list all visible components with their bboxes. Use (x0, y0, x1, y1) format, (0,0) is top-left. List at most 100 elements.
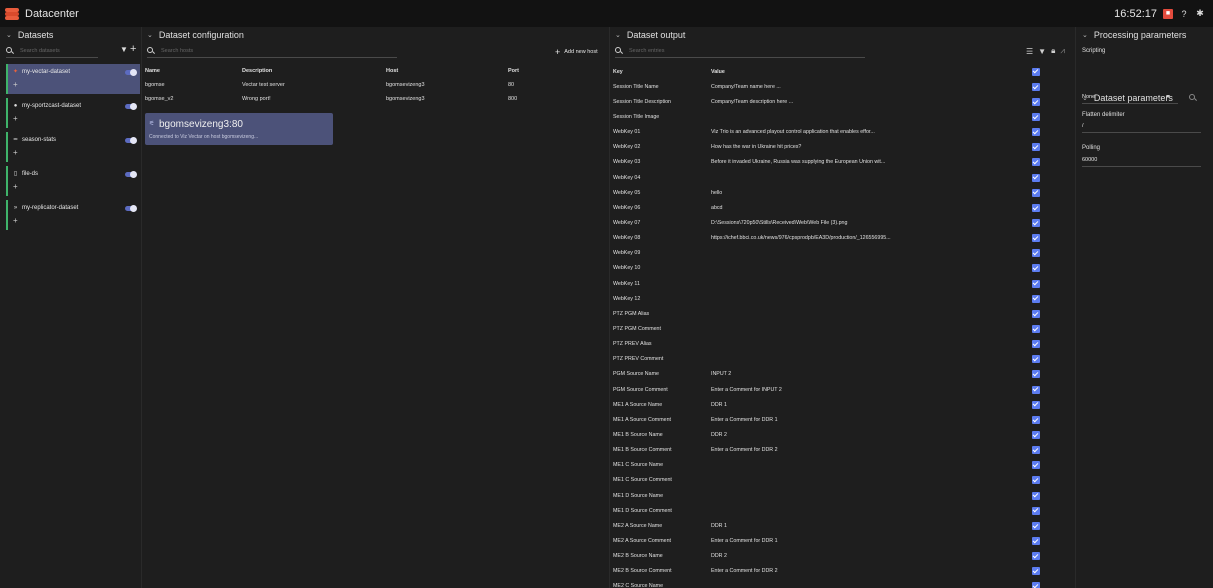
dataset-item[interactable]: » my-replicator-dataset + (6, 200, 140, 230)
table-row[interactable]: WebKey 04 (613, 170, 1042, 185)
entry-checkbox[interactable] (1032, 264, 1040, 273)
polling-input[interactable]: 60000 (1082, 154, 1201, 167)
flatten-delimiter-input[interactable]: / (1082, 120, 1201, 133)
entry-checkbox[interactable] (1032, 203, 1040, 212)
entry-checkbox[interactable] (1032, 234, 1040, 243)
filter-icon[interactable]: ▼ (1038, 47, 1046, 56)
add-dataset-icon[interactable]: + (130, 43, 136, 55)
table-row[interactable]: Session Title Description Company/Team de… (613, 94, 1042, 109)
entries-search-input[interactable] (629, 47, 865, 54)
table-row[interactable]: PGM Source Comment Enter a Comment for IN… (613, 382, 1042, 397)
search-icon[interactable] (1189, 94, 1197, 102)
table-row[interactable]: ME1 B Source Comment Enter a Comment for … (613, 443, 1042, 458)
entry-checkbox[interactable] (1032, 97, 1040, 106)
entry-checkbox[interactable] (1032, 249, 1040, 258)
table-row[interactable]: ME1 A Source Name DDR 1 (613, 397, 1042, 412)
table-row[interactable]: WebKey 11 (613, 276, 1042, 291)
table-row[interactable]: ME1 B Source Name DDR 2 (613, 427, 1042, 442)
table-row[interactable]: Session Title Name Company/Team name here… (613, 79, 1042, 94)
entry-checkbox[interactable] (1032, 476, 1040, 485)
table-row[interactable]: WebKey 12 (613, 291, 1042, 306)
entry-checkbox[interactable] (1032, 415, 1040, 424)
table-row[interactable]: bgomse Vectar test server bgomsevizeng3 … (145, 78, 607, 92)
list-view-icon[interactable]: ☰ (1026, 47, 1033, 56)
table-row[interactable]: WebKey 03 Before it invaded Ukraine, Russ… (613, 155, 1042, 170)
table-row[interactable]: WebKey 02 How has the war in Ukraine hit … (613, 140, 1042, 155)
settings-gear-icon[interactable]: ✱ (1195, 8, 1205, 19)
table-row[interactable]: WebKey 07 D:\Sessions\720p50\Stills\Recei… (613, 215, 1042, 230)
enable-toggle[interactable] (125, 69, 137, 76)
table-row[interactable]: WebKey 08 https://ichef.bbci.co.uk/news/9… (613, 231, 1042, 246)
dataset-item[interactable]: ✦ my-vectar-dataset + (6, 64, 140, 94)
enable-toggle[interactable] (125, 137, 137, 144)
table-row[interactable]: ME1 C Source Name (613, 458, 1042, 473)
datasets-header[interactable]: ⌄ Datasets (4, 27, 53, 43)
entry-checkbox[interactable] (1032, 188, 1040, 197)
table-row[interactable]: ME2 B Source Comment Enter a Comment for … (613, 564, 1042, 579)
entry-checkbox[interactable] (1032, 400, 1040, 409)
add-icon[interactable]: + (13, 182, 18, 191)
entry-checkbox[interactable] (1032, 536, 1040, 545)
enable-toggle[interactable] (125, 205, 137, 212)
entry-checkbox[interactable] (1032, 128, 1040, 137)
host-status-card[interactable]: ⚟ bgomsevizeng3:80 Connected to Viz Vect… (145, 113, 333, 145)
table-row[interactable]: PTZ PREV Alias (613, 337, 1042, 352)
table-row[interactable]: ME2 C Source Name (613, 579, 1042, 588)
chart-icon[interactable]: ⩘ (1060, 46, 1065, 56)
table-row[interactable]: WebKey 05 hello (613, 185, 1042, 200)
lock-icon[interactable]: 🔒︎ (1051, 46, 1055, 56)
table-row[interactable]: ME1 A Source Comment Enter a Comment for … (613, 412, 1042, 427)
table-row[interactable]: ME1 C Source Comment (613, 473, 1042, 488)
entry-checkbox[interactable] (1032, 173, 1040, 182)
entry-checkbox[interactable] (1032, 461, 1040, 470)
entry-checkbox[interactable] (1032, 370, 1040, 379)
add-icon[interactable]: + (13, 114, 18, 123)
entry-checkbox[interactable] (1032, 279, 1040, 288)
dataset-params-header[interactable]: ⌄ Dataset parameters (1080, 90, 1173, 106)
add-icon[interactable]: + (13, 148, 18, 157)
entry-checkbox[interactable] (1032, 491, 1040, 500)
entry-checkbox[interactable] (1032, 506, 1040, 515)
entry-checkbox[interactable] (1032, 552, 1040, 561)
table-row[interactable]: ME1 D Source Comment (613, 503, 1042, 518)
entry-checkbox[interactable] (1032, 446, 1040, 455)
entry-checkbox[interactable] (1032, 324, 1040, 333)
table-row[interactable]: PTZ PGM Comment (613, 321, 1042, 336)
filter-icon[interactable]: ▼ (120, 45, 128, 54)
entry-checkbox[interactable] (1032, 294, 1040, 303)
entry-checkbox[interactable] (1032, 309, 1040, 318)
entry-checkbox[interactable] (1032, 158, 1040, 167)
table-row[interactable]: WebKey 06 abcd (613, 200, 1042, 215)
table-row[interactable]: bgomse_v2 Wrong port! bgomsevizeng3 800 (145, 92, 607, 106)
entry-checkbox[interactable] (1032, 340, 1040, 349)
enable-toggle[interactable] (125, 171, 137, 178)
table-row[interactable]: Session Title Image (613, 109, 1042, 124)
table-row[interactable]: ME2 A Source Name DDR 1 (613, 518, 1042, 533)
dataset-item[interactable]: ● my-sportzcast-dataset + (6, 98, 140, 128)
table-row[interactable]: PTZ PREV Comment (613, 352, 1042, 367)
hosts-search[interactable] (147, 44, 397, 58)
add-icon[interactable]: + (13, 216, 18, 225)
entry-checkbox[interactable] (1032, 430, 1040, 439)
add-icon[interactable]: + (13, 80, 18, 89)
table-row[interactable]: ME2 A Source Comment Enter a Comment for … (613, 533, 1042, 548)
dataset-item[interactable]: ▯ file-ds + (6, 166, 140, 196)
entries-search[interactable] (615, 44, 865, 58)
entry-checkbox[interactable] (1032, 143, 1040, 152)
entry-checkbox[interactable] (1032, 521, 1040, 530)
entry-checkbox[interactable] (1032, 218, 1040, 227)
table-row[interactable]: PTZ PGM Alias (613, 306, 1042, 321)
entry-checkbox[interactable] (1032, 582, 1040, 588)
entry-checkbox[interactable] (1032, 567, 1040, 576)
output-header[interactable]: ⌄ Dataset output (613, 27, 685, 43)
table-row[interactable]: ME2 B Source Name DDR 2 (613, 549, 1042, 564)
table-row[interactable]: WebKey 09 (613, 246, 1042, 261)
notification-icon[interactable]: ■ (1163, 8, 1173, 19)
entry-checkbox[interactable] (1032, 355, 1040, 364)
select-all-checkbox[interactable] (1032, 67, 1040, 76)
enable-toggle[interactable] (125, 103, 137, 110)
entry-checkbox[interactable] (1032, 82, 1040, 91)
table-row[interactable]: PGM Source Name INPUT 2 (613, 367, 1042, 382)
processing-header[interactable]: ⌄ Processing parameters (1080, 27, 1186, 43)
entry-checkbox[interactable] (1032, 385, 1040, 394)
